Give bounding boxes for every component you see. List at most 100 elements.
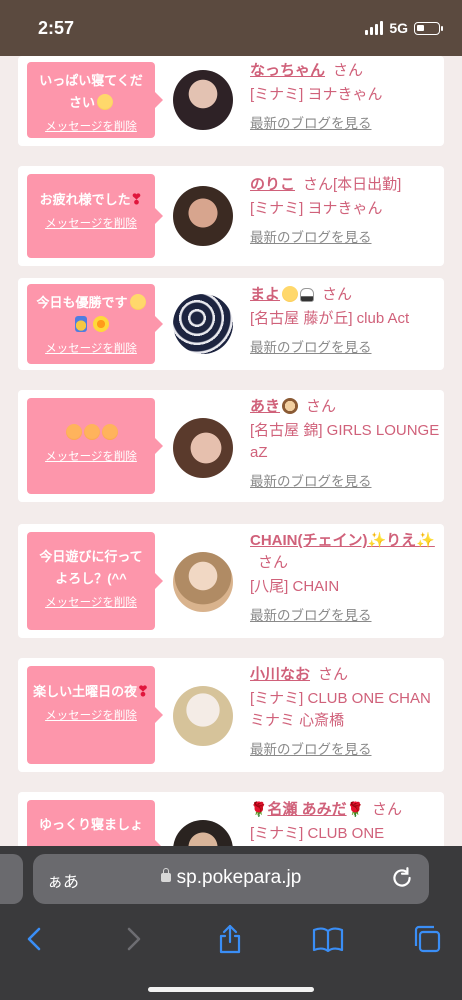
hearts-face-emoji-icon <box>66 424 82 440</box>
message-bubble: 今日も優勝です メッセージを削除 <box>27 284 163 364</box>
message-text: お疲れ様でした❣ <box>39 191 143 207</box>
girl-info: なっちゃん さん [ミナミ] ヨナきゃん 最新のブログを見る <box>250 60 440 133</box>
avatar[interactable] <box>173 418 233 478</box>
avatar[interactable] <box>173 686 233 746</box>
reload-icon[interactable] <box>389 865 415 891</box>
girl-info: 小川なお さん [ミナミ] CLUB ONE CHAN ミナミ 心斎橋 最新のブロ… <box>250 664 440 759</box>
shop-name: [ミナミ] ヨナきゃん <box>250 86 383 103</box>
network-type: 5G <box>389 20 408 36</box>
battery-icon <box>414 21 443 35</box>
message-card: ゆっくり寝ましょ 🌹名瀬 あみだ🌹 さん [ミナミ] CLUB ONE <box>18 792 444 846</box>
shop-name: [ミナミ] ヨナきゃん <box>250 200 383 217</box>
girl-name-link[interactable]: なっちゃん <box>250 62 325 79</box>
shop-name: [ミナミ] CLUB ONE <box>250 825 385 842</box>
message-bubble: お疲れ様でした❣ メッセージを削除 <box>27 174 163 258</box>
message-card: 今日遊びに行ってよろし？(^^ メッセージを削除 CHAIN(チェイン)✨りえ✨… <box>18 524 444 638</box>
delete-message-link[interactable]: メッセージを削除 <box>45 594 137 610</box>
latest-blog-link[interactable]: 最新のブログを見る <box>250 738 372 758</box>
avatar[interactable] <box>173 294 233 354</box>
avatar[interactable] <box>173 186 233 246</box>
girl-name-link[interactable]: のりこ <box>250 176 295 193</box>
message-bubble: ゆっくり寝ましょ <box>27 800 163 846</box>
shop-name: [名古屋 藤が丘] club Act <box>250 310 410 327</box>
shop-name: [八尾] CHAIN <box>250 578 340 595</box>
message-bubble: メッセージを削除 <box>27 398 163 494</box>
smile-emoji-icon <box>97 94 113 110</box>
honorific: さん <box>318 666 349 683</box>
url-text: sp.pokepara.jp <box>176 867 302 888</box>
status-indicators: 5G <box>365 20 443 36</box>
onigiri-emoji-icon <box>300 288 315 302</box>
message-text: 今日遊びに行ってよろし？(^^ <box>39 549 143 586</box>
message-text: 今日も優勝です <box>33 292 149 336</box>
medal-emoji-icon <box>75 316 88 332</box>
girl-info: CHAIN(チェイン)✨りえ✨ さん [八尾] CHAIN 最新のブログを見る <box>250 530 440 625</box>
signal-icon <box>365 21 384 35</box>
shop-name: [名古屋 錦] GIRLS LOUNGE aZ <box>250 422 440 461</box>
message-bubble: 楽しい土曜日の夜❣ メッセージを削除 <box>27 666 163 764</box>
smile-emoji-icon <box>282 286 299 302</box>
message-list[interactable]: いっぱい寝てください メッセージを削除 なっちゃん さん [ミナミ] ヨナきゃん … <box>0 56 462 846</box>
message-card: メッセージを削除 あき さん [名古屋 錦] GIRLS LOUNGE aZ 最新… <box>18 390 444 502</box>
delete-message-link[interactable]: メッセージを削除 <box>45 707 137 723</box>
girl-name-link[interactable]: あき <box>250 398 280 415</box>
home-indicator[interactable] <box>148 987 314 992</box>
honorific: さん <box>372 801 403 818</box>
hearts-face-emoji-icon <box>84 424 100 440</box>
latest-blog-link[interactable]: 最新のブログを見る <box>250 604 372 624</box>
forward-icon <box>127 927 141 951</box>
monkey-emoji-icon <box>282 398 299 414</box>
message-bubble: 今日遊びに行ってよろし？(^^ メッセージを削除 <box>27 532 163 630</box>
honorific: さん <box>322 286 353 303</box>
message-text: いっぱい寝てください <box>39 73 143 110</box>
address-bar[interactable]: ぁあ sp.pokepara.jp <box>33 854 429 904</box>
avatar[interactable] <box>173 820 233 846</box>
girl-name-link[interactable]: まよ <box>250 286 280 303</box>
message-card: お疲れ様でした❣ メッセージを削除 のりこ さん[本日出勤] [ミナミ] ヨナきゃ… <box>18 166 444 266</box>
previous-tab-preview[interactable] <box>0 854 23 904</box>
url-display[interactable]: sp.pokepara.jp <box>33 867 429 889</box>
delete-message-link[interactable]: メッセージを削除 <box>45 215 137 231</box>
smile-emoji-icon <box>129 294 146 310</box>
delete-message-link[interactable]: メッセージを削除 <box>45 448 137 464</box>
message-text <box>33 422 149 444</box>
girl-info: 🌹名瀬 あみだ🌹 さん [ミナミ] CLUB ONE <box>250 798 440 845</box>
navigation-bar <box>0 914 462 964</box>
bookmarks-icon[interactable] <box>311 922 345 956</box>
girl-name-link[interactable]: 名瀬 あみだ <box>267 801 346 818</box>
honorific: さん <box>333 62 364 79</box>
status-time: 2:57 <box>38 18 75 38</box>
avatar[interactable] <box>173 70 233 130</box>
delete-message-link[interactable]: メッセージを削除 <box>45 340 137 356</box>
girl-info: あき さん [名古屋 錦] GIRLS LOUNGE aZ 最新のブログを見る <box>250 396 440 491</box>
heart-emoji-icon: ❣ <box>137 683 149 699</box>
delete-message-link[interactable]: メッセージを削除 <box>45 118 137 134</box>
tabs-icon[interactable] <box>410 922 444 956</box>
flower-emoji-icon <box>92 316 109 332</box>
message-bubble: いっぱい寝てください メッセージを削除 <box>27 62 163 138</box>
avatar[interactable] <box>173 552 233 612</box>
girl-name-link[interactable]: CHAIN(チェイン)✨りえ✨ <box>250 532 435 549</box>
latest-blog-link[interactable]: 最新のブログを見る <box>250 336 372 356</box>
status-bar: 2:57 5G <box>0 0 462 56</box>
back-icon[interactable] <box>18 922 52 956</box>
message-card: いっぱい寝てください メッセージを削除 なっちゃん さん [ミナミ] ヨナきゃん … <box>18 56 444 146</box>
heart-emoji-icon: ❣ <box>130 191 143 207</box>
rose-emoji-icon: 🌹 <box>346 801 365 817</box>
honorific: さん <box>306 398 337 415</box>
share-icon[interactable] <box>213 922 247 956</box>
girl-name-link[interactable]: 小川なお <box>250 666 310 683</box>
rose-emoji-icon: 🌹 <box>250 801 268 817</box>
shop-name: [ミナミ] CLUB ONE CHAN ミナミ 心斎橋 <box>250 690 431 729</box>
message-card: 楽しい土曜日の夜❣ メッセージを削除 小川なお さん [ミナミ] CLUB ONE… <box>18 658 444 772</box>
latest-blog-link[interactable]: 最新のブログを見る <box>250 470 372 490</box>
message-text: 楽しい土曜日の夜❣ <box>33 683 149 699</box>
latest-blog-link[interactable]: 最新のブログを見る <box>250 112 372 132</box>
message-text: ゆっくり寝ましょ <box>38 817 143 832</box>
hearts-face-emoji-icon <box>102 424 118 440</box>
girl-info: まよ さん [名古屋 藤が丘] club Act 最新のブログを見る <box>250 284 440 357</box>
girl-info: のりこ さん[本日出勤] [ミナミ] ヨナきゃん 最新のブログを見る <box>250 174 440 247</box>
latest-blog-link[interactable]: 最新のブログを見る <box>250 226 372 246</box>
message-card: 今日も優勝です メッセージを削除 まよ さん [名古屋 藤が丘] club Act… <box>18 278 444 370</box>
honorific: さん <box>258 554 289 571</box>
